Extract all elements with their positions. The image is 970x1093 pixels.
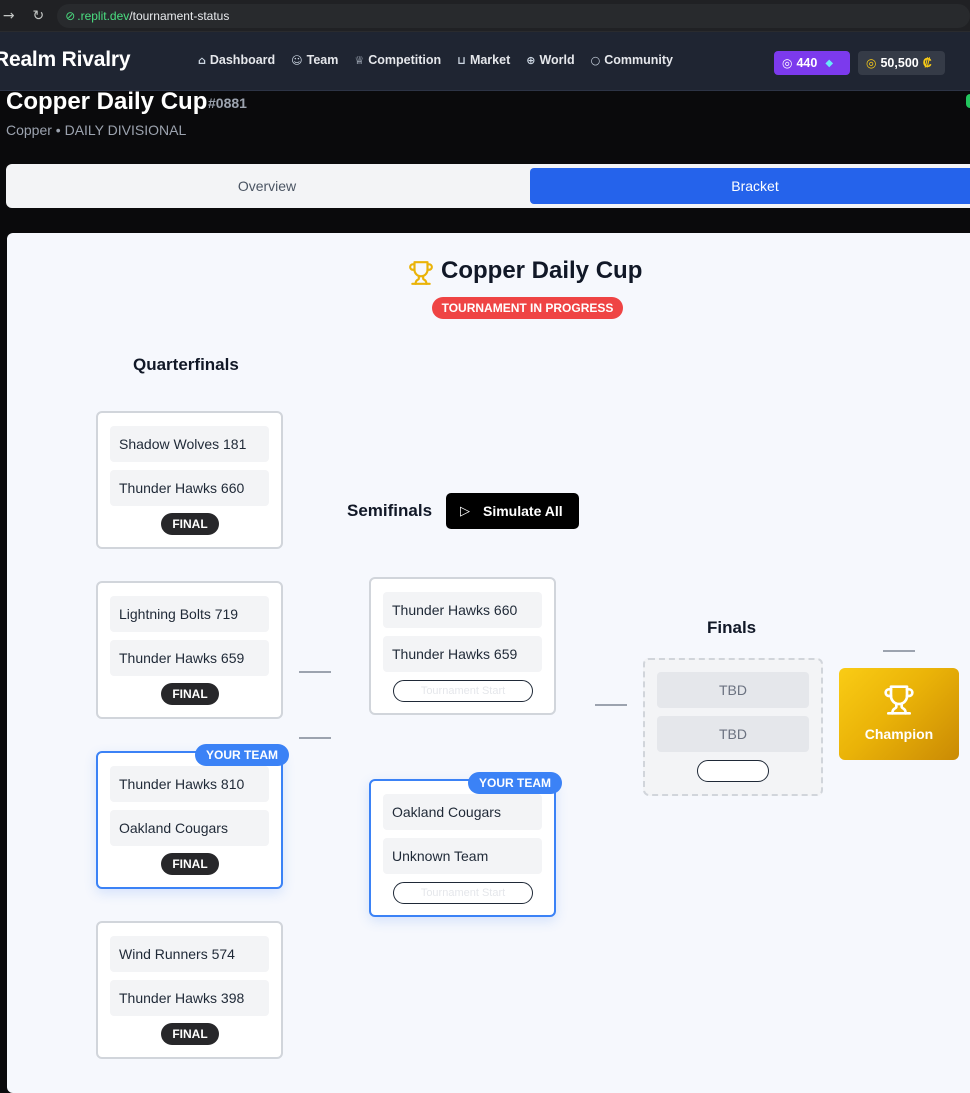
your-team-badge: YOUR TEAM <box>195 744 289 766</box>
browser-toolbar: → ↻ ⊘ .replit.dev /tournament-status <box>0 0 970 32</box>
team-slot: TBD <box>657 672 809 708</box>
team-slot: Lightning Bolts 719 <box>110 596 269 632</box>
champion-label: Champion <box>864 726 934 742</box>
bracket-connector <box>299 671 331 673</box>
champion-card: Champion <box>839 668 959 760</box>
team-slot: Thunder Hawks 810 <box>110 766 269 802</box>
live-status-dot <box>966 94 970 108</box>
tab-bracket[interactable]: Bracket <box>530 168 970 204</box>
nav-label: World <box>539 53 575 67</box>
nav-label: Community <box>604 53 673 67</box>
url-host: .replit.dev <box>77 8 130 23</box>
team-slot: Thunder Hawks 659 <box>383 636 542 672</box>
team-slot: TBD <box>657 716 809 752</box>
nav-community[interactable]: ○ Community <box>591 53 673 67</box>
address-bar[interactable]: ⊘ .replit.dev /tournament-status <box>57 3 970 28</box>
trophy-icon <box>884 685 914 715</box>
trophy-icon: ♕ <box>354 53 365 67</box>
bracket-connector <box>299 737 331 739</box>
team-slot: Oakland Cougars <box>383 794 542 830</box>
team-slot: Oakland Cougars <box>110 810 269 846</box>
team-slot: Thunder Hawks 659 <box>110 640 269 676</box>
nav-label: Dashboard <box>209 53 276 67</box>
team-slot: Thunder Hawks 660 <box>383 592 542 628</box>
team-slot: Thunder Hawks 660 <box>110 470 269 506</box>
link-icon: ⊘ <box>65 8 76 23</box>
match-status-badge: FINAL <box>161 683 219 705</box>
tab-overview[interactable]: Overview <box>6 168 528 204</box>
round-title-quarterfinals: Quarterfinals <box>133 355 239 374</box>
bracket-connector <box>883 650 915 652</box>
tournament-id: #0881 <box>208 95 247 111</box>
url-path: /tournament-status <box>129 8 230 23</box>
match-status-pill: Tournament Start <box>393 680 533 702</box>
quarterfinal-match[interactable]: Wind Runners 574 Thunder Hawks 398 FINAL <box>96 921 283 1059</box>
nav-market[interactable]: ⊔ Market <box>457 53 510 67</box>
main-nav: ⌂ Dashboard ☺ Team ♕ Competition ⊔ Market ⊕ W… <box>198 53 689 67</box>
gem-stack-icon: ◎ <box>782 56 793 70</box>
team-slot: Wind Runners 574 <box>110 936 269 972</box>
round-title-finals: Finals <box>707 618 757 637</box>
nav-team[interactable]: ☺ Team <box>291 53 338 67</box>
brand-logo[interactable]: Realm Rivalry <box>0 48 131 72</box>
quarterfinal-match[interactable]: Lightning Bolts 719 Thunder Hawks 659 FI… <box>96 581 283 719</box>
coins-value: 50,500 <box>880 56 919 70</box>
users-icon: ☺ <box>291 53 303 67</box>
match-status-badge: FINAL <box>161 513 219 535</box>
back-arrow-icon[interactable]: → <box>2 8 16 24</box>
match-status-pill <box>697 760 769 782</box>
home-icon: ⌂ <box>198 53 206 67</box>
diamond-icon: ◆ <box>825 57 834 69</box>
page-subtitle: Copper • DAILY DIVISIONAL <box>6 122 187 138</box>
team-slot: Shadow Wolves 181 <box>110 426 269 462</box>
currency-symbol: ₡ <box>922 56 932 70</box>
page-title: Copper Daily Cup <box>6 88 208 115</box>
semifinal-match[interactable]: Thunder Hawks 660 Thunder Hawks 659 Tour… <box>369 577 556 715</box>
coins-balance[interactable]: ◎ 50,500 ₡ <box>858 51 945 75</box>
globe-icon: ⊕ <box>526 53 536 67</box>
app-header: Realm Rivalry ⌂ Dashboard ☺ Team ♕ Competit… <box>0 32 970 91</box>
match-status-badge: FINAL <box>161 1023 219 1045</box>
simulate-all-button[interactable]: ▷ Simulate All <box>446 493 579 529</box>
quarterfinal-match[interactable]: Shadow Wolves 181 Thunder Hawks 660 FINA… <box>96 411 283 549</box>
match-status-badge: FINAL <box>161 853 219 875</box>
nav-label: Competition <box>368 53 442 67</box>
chat-icon: ○ <box>590 53 601 67</box>
match-status-pill: Tournament Start <box>393 882 533 904</box>
cart-icon: ⊔ <box>457 53 466 67</box>
semifinal-match[interactable]: Oakland Cougars Unknown Team Tournament … <box>369 779 556 917</box>
nav-competition[interactable]: ♕ Competition <box>354 53 441 67</box>
quarterfinal-match[interactable]: Thunder Hawks 810 Oakland Cougars FINAL <box>96 751 283 889</box>
simulate-label: Simulate All <box>483 503 563 519</box>
status-badge: TOURNAMENT IN PROGRESS <box>432 297 623 319</box>
final-match[interactable]: TBD TBD <box>643 658 823 796</box>
gems-balance[interactable]: ◎ 440 ◆ <box>774 51 850 75</box>
trophy-icon <box>409 261 433 285</box>
coins-icon: ◎ <box>866 56 877 70</box>
gems-value: 440 <box>796 56 818 70</box>
bracket-connector <box>595 704 627 706</box>
round-title-semifinals: Semifinals <box>347 501 433 520</box>
team-slot: Unknown Team <box>383 838 542 874</box>
tab-list: Overview Bracket <box>6 164 970 208</box>
nav-label: Team <box>306 53 339 67</box>
your-team-badge: YOUR TEAM <box>468 772 562 794</box>
play-icon: ▷ <box>460 503 470 519</box>
nav-dashboard[interactable]: ⌂ Dashboard <box>198 53 275 67</box>
nav-label: Market <box>469 53 511 67</box>
reload-icon[interactable]: ↻ <box>32 8 46 24</box>
team-slot: Thunder Hawks 398 <box>110 980 269 1016</box>
nav-world[interactable]: ⊕ World <box>526 53 574 67</box>
bracket-title: Copper Daily Cup <box>441 257 643 284</box>
